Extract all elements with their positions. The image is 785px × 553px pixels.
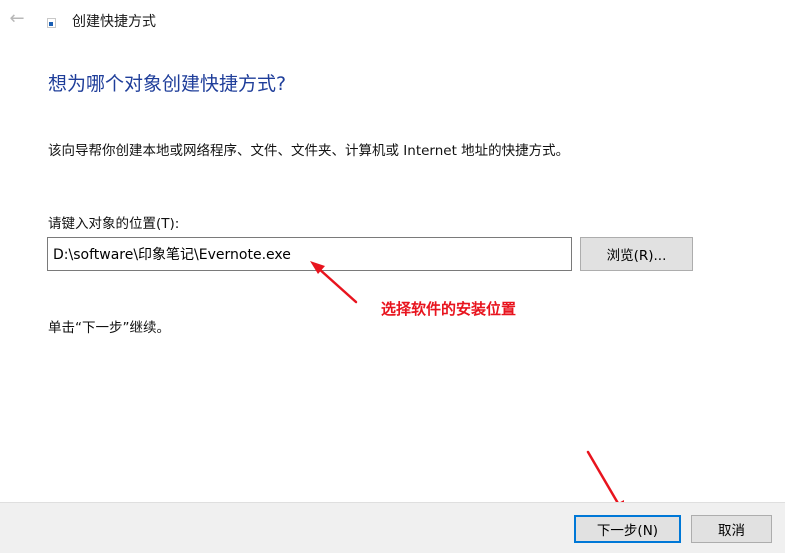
location-label: 请键入对象的位置(T):: [48, 216, 180, 232]
title-bar: ← 创建快捷方式: [0, 0, 785, 40]
location-input[interactable]: [47, 237, 572, 271]
shortcut-app-icon: [47, 18, 56, 28]
back-arrow-icon[interactable]: ←: [6, 8, 28, 30]
wizard-heading: 想为哪个对象创建快捷方式?: [48, 73, 287, 95]
browse-button[interactable]: 浏览(R)...: [580, 237, 693, 271]
next-button[interactable]: 下一步(N): [574, 515, 681, 543]
annotation-text: 选择软件的安装位置: [381, 300, 517, 318]
continue-hint: 单击“下一步”继续。: [48, 320, 170, 336]
window-title: 创建快捷方式: [72, 14, 156, 30]
wizard-footer: 下一步(N) 取消: [0, 502, 785, 553]
cancel-button[interactable]: 取消: [691, 515, 772, 543]
wizard-description: 该向导帮你创建本地或网络程序、文件、文件夹、计算机或 Internet 地址的快…: [48, 143, 570, 159]
